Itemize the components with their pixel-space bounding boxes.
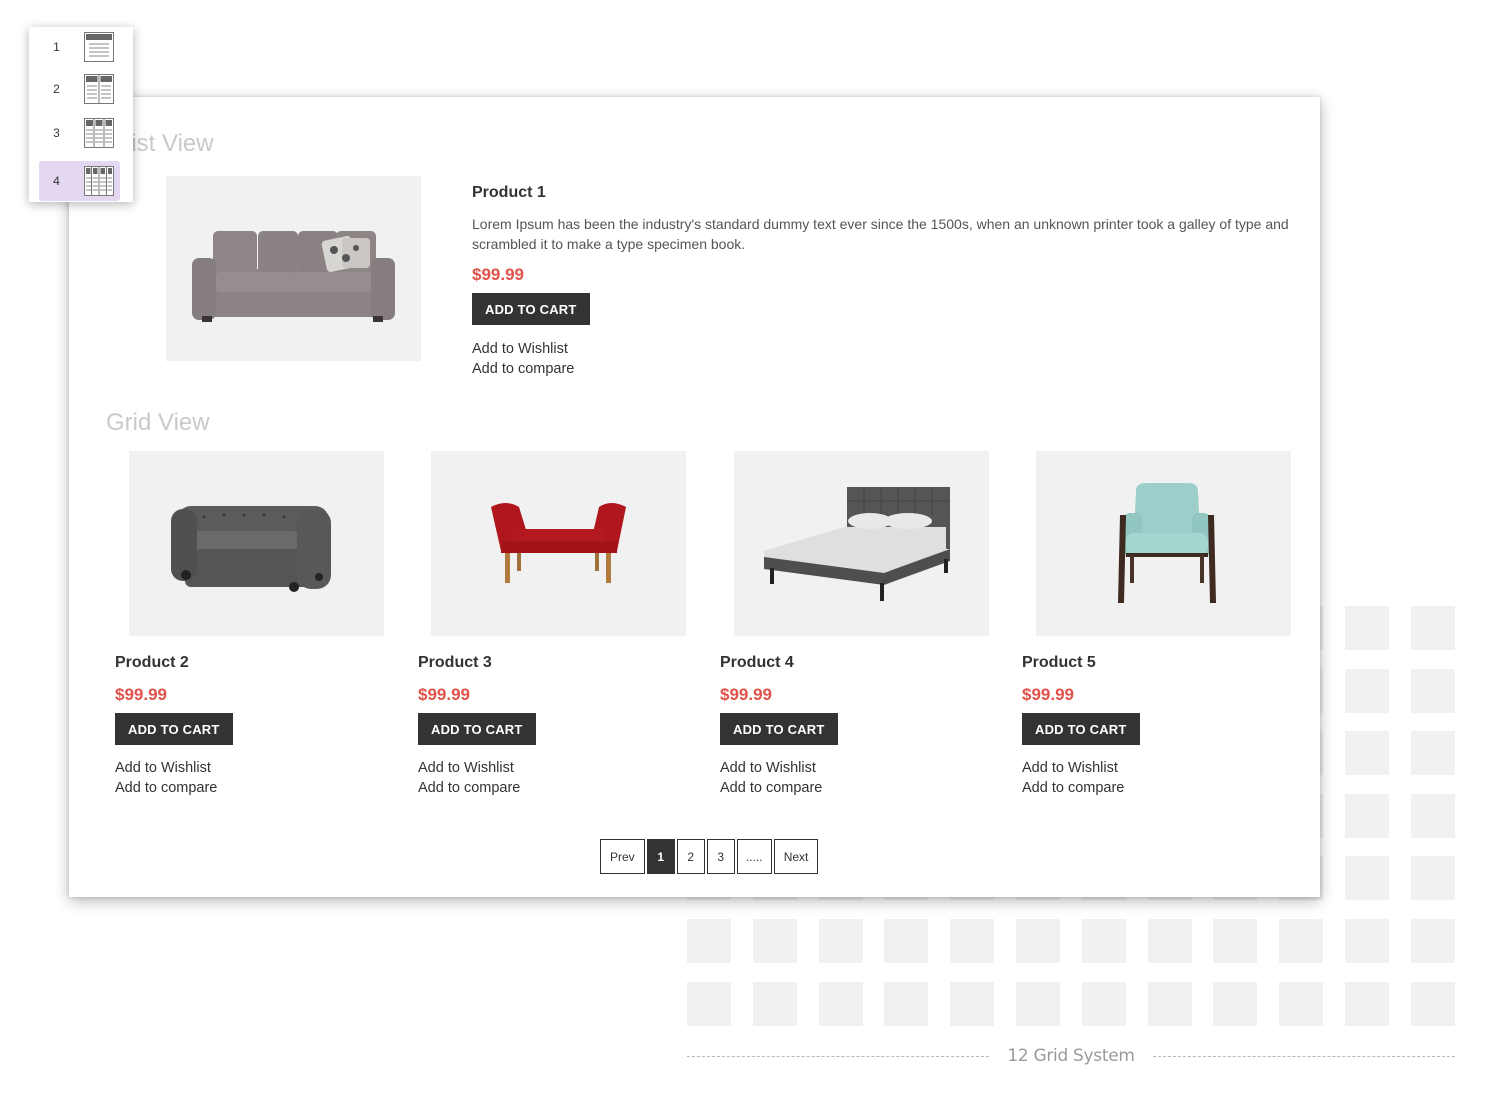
product-5-name[interactable]: Product 5 <box>1022 654 1096 672</box>
grid-cell <box>1082 919 1126 963</box>
layout-option-label: 2 <box>53 82 60 96</box>
product-listing-panel: List View Product 1 Lorem Ipsum has been… <box>69 97 1320 897</box>
grid-cell <box>950 982 994 1026</box>
product-1-add-to-cart-button[interactable]: ADD TO CART <box>472 293 590 325</box>
grid-cell <box>1345 794 1389 838</box>
grey-sofa-image <box>192 231 395 322</box>
layout-option-1-column[interactable]: 1 <box>39 27 120 67</box>
grid-cell <box>687 919 731 963</box>
three-column-layout-icon <box>84 118 114 148</box>
dashed-divider-left <box>687 1055 990 1057</box>
grey-bed-image <box>764 487 950 601</box>
grid-cell <box>884 982 928 1026</box>
one-column-layout-icon <box>84 32 114 62</box>
grid-cell <box>753 982 797 1026</box>
product-1-name[interactable]: Product 1 <box>472 184 546 202</box>
red-bench-image <box>491 503 626 583</box>
product-2-add-to-wishlist-link[interactable]: Add to Wishlist <box>115 760 211 776</box>
product-3-add-to-wishlist-link[interactable]: Add to Wishlist <box>418 760 514 776</box>
pagination-page-3[interactable]: 3 <box>706 839 735 874</box>
grid-view-title: Grid View <box>106 409 210 436</box>
grid-cell <box>1213 982 1257 1026</box>
four-column-layout-icon <box>84 166 114 196</box>
product-4-add-to-compare-link[interactable]: Add to compare <box>720 780 822 796</box>
product-1-description: Lorem Ipsum has been the industry's stan… <box>472 216 1289 252</box>
grid-cell <box>1411 669 1455 713</box>
mint-armchair-image <box>1118 483 1216 603</box>
grid-cell <box>819 982 863 1026</box>
grid-cell <box>687 982 731 1026</box>
grid-cell <box>1345 731 1389 775</box>
product-5-add-to-wishlist-link[interactable]: Add to Wishlist <box>1022 760 1118 776</box>
product-1-add-to-compare-link[interactable]: Add to compare <box>472 361 574 377</box>
grid-cell <box>753 919 797 963</box>
product-3-add-to-cart-button[interactable]: ADD TO CART <box>418 713 536 745</box>
grid-cell <box>1213 919 1257 963</box>
product-2-image[interactable] <box>129 451 384 636</box>
grid-cell <box>1411 856 1455 900</box>
product-3-image[interactable] <box>431 451 686 636</box>
product-1-image[interactable] <box>166 176 421 361</box>
grid-cell <box>1148 982 1192 1026</box>
product-2-add-to-compare-link[interactable]: Add to compare <box>115 780 217 796</box>
grid-cell <box>1345 982 1389 1026</box>
grid-cell <box>950 919 994 963</box>
layout-option-3-columns[interactable]: 3 <box>39 113 120 153</box>
pagination-page-2[interactable]: 2 <box>676 839 705 874</box>
product-4-add-to-wishlist-link[interactable]: Add to Wishlist <box>720 760 816 776</box>
pagination-next-button[interactable]: Next <box>773 839 819 874</box>
grid-cell <box>1082 982 1126 1026</box>
product-3-add-to-compare-link[interactable]: Add to compare <box>418 780 520 796</box>
grid-cell <box>1345 856 1389 900</box>
layout-option-label: 3 <box>53 126 60 140</box>
pagination-prev-button[interactable]: Prev <box>600 839 645 874</box>
grid-cell <box>1411 982 1455 1026</box>
dashed-divider-right <box>1152 1055 1455 1057</box>
pagination: Prev 1 2 3 ..... Next <box>600 839 819 874</box>
grid-system-caption-row: 12 Grid System <box>687 1044 1455 1068</box>
product-3-name[interactable]: Product 3 <box>418 654 492 672</box>
grid-system-caption: 12 Grid System <box>1007 1046 1135 1066</box>
column-layout-picker: 1 2 3 4 <box>29 27 133 202</box>
grid-cell <box>1345 669 1389 713</box>
pagination-ellipsis[interactable]: ..... <box>736 839 772 874</box>
product-2-add-to-cart-button[interactable]: ADD TO CART <box>115 713 233 745</box>
product-4-name[interactable]: Product 4 <box>720 654 794 672</box>
grid-cell <box>1411 731 1455 775</box>
layout-option-2-columns[interactable]: 2 <box>39 69 120 109</box>
product-4-price: $99.99 <box>720 685 772 704</box>
grid-cell <box>1016 982 1060 1026</box>
product-2-price: $99.99 <box>115 685 167 704</box>
grid-cell <box>1279 919 1323 963</box>
grid-cell <box>819 919 863 963</box>
grid-cell <box>884 919 928 963</box>
product-3-price: $99.99 <box>418 685 470 704</box>
layout-option-4-columns[interactable]: 4 <box>39 161 120 201</box>
product-1-add-to-wishlist-link[interactable]: Add to Wishlist <box>472 341 568 357</box>
grid-cell <box>1279 982 1323 1026</box>
pagination-page-1[interactable]: 1 <box>646 839 675 874</box>
product-4-image[interactable] <box>734 451 989 636</box>
grid-cell <box>1016 919 1060 963</box>
grid-cell <box>1345 606 1389 650</box>
product-5-add-to-cart-button[interactable]: ADD TO CART <box>1022 713 1140 745</box>
grid-cell <box>1411 919 1455 963</box>
product-2-name[interactable]: Product 2 <box>115 654 189 672</box>
grid-cell <box>1411 606 1455 650</box>
layout-option-label: 4 <box>53 174 60 188</box>
chesterfield-loveseat-image <box>171 506 331 592</box>
product-1-price: $99.99 <box>472 265 524 284</box>
grid-cell <box>1148 919 1192 963</box>
grid-cell <box>1345 919 1389 963</box>
product-5-image[interactable] <box>1036 451 1291 636</box>
product-5-add-to-compare-link[interactable]: Add to compare <box>1022 780 1124 796</box>
product-5-price: $99.99 <box>1022 685 1074 704</box>
product-4-add-to-cart-button[interactable]: ADD TO CART <box>720 713 838 745</box>
grid-cell <box>1411 794 1455 838</box>
layout-option-label: 1 <box>53 40 60 54</box>
two-column-layout-icon <box>84 74 114 104</box>
